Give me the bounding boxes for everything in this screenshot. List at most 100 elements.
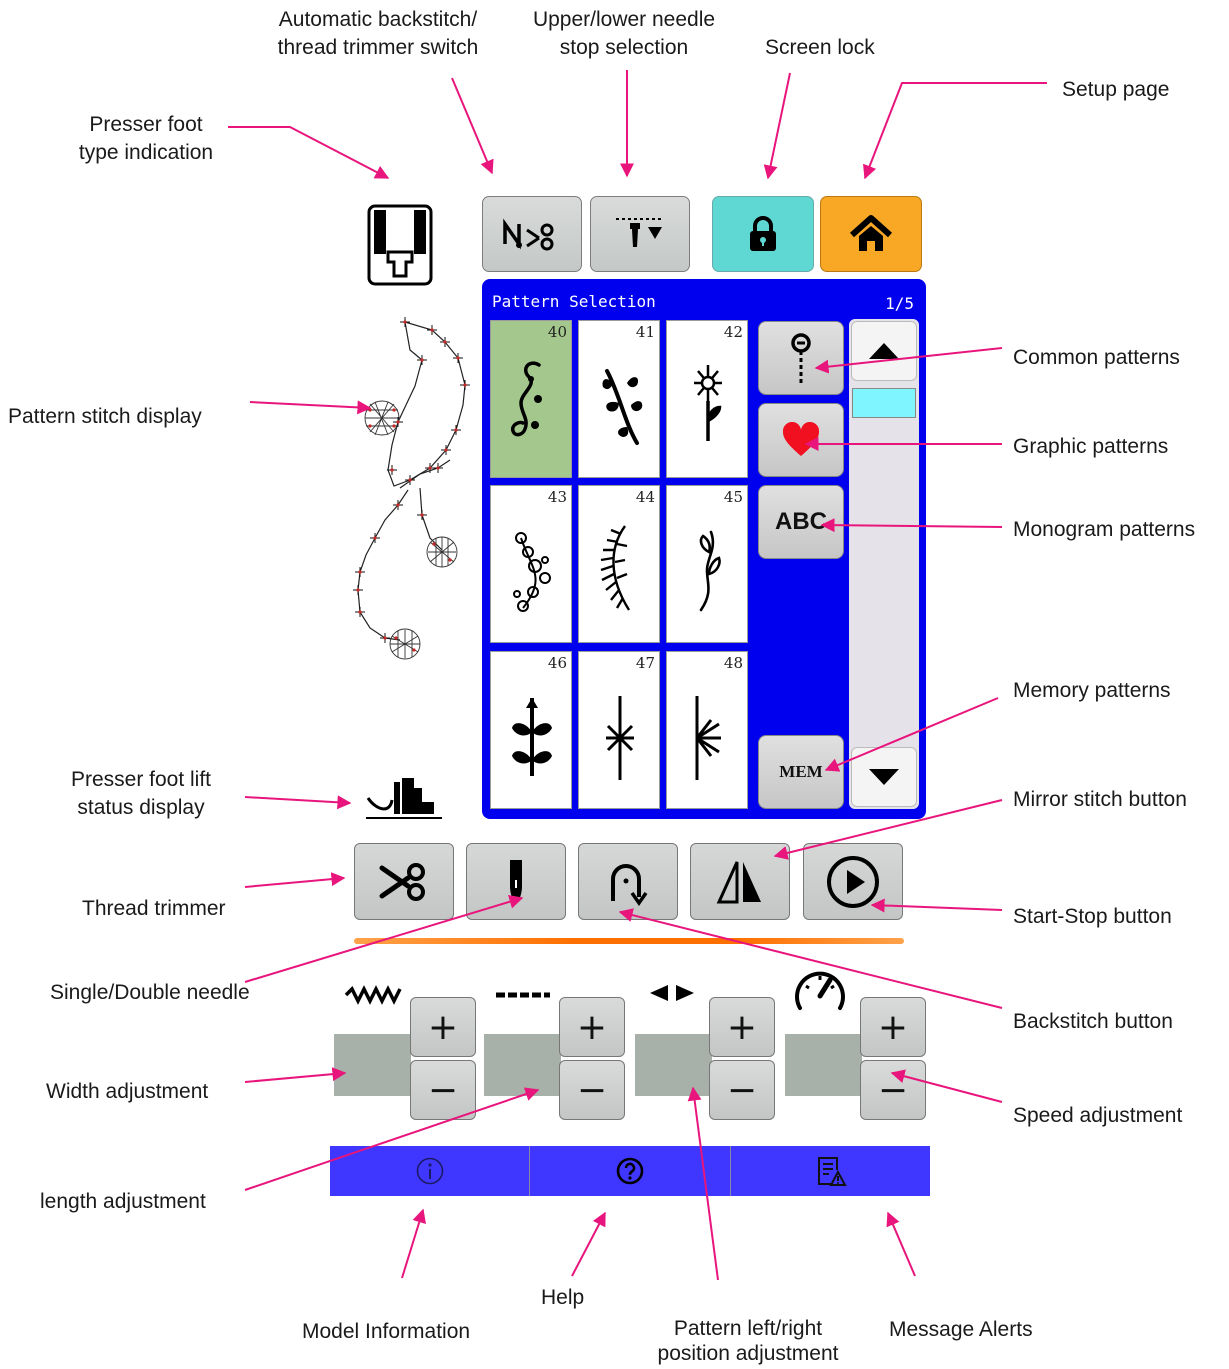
callout-needle-stop: Upper/lower needle stop selection	[532, 8, 716, 59]
left-right-icon	[650, 985, 694, 1001]
position-minus-button[interactable]: −	[709, 1060, 775, 1120]
pattern-cell-43[interactable]: 43	[490, 485, 572, 643]
length-minus-button[interactable]: −	[559, 1060, 625, 1120]
dash-icon	[496, 992, 550, 998]
backstitch-trim-icon	[503, 218, 554, 251]
pattern-45-icon	[699, 530, 721, 612]
play-icon	[827, 855, 879, 908]
speed-minus-button[interactable]: −	[860, 1060, 926, 1120]
length-plus-button[interactable]: +	[559, 997, 625, 1057]
monogram-patterns-button[interactable]: ABC	[758, 485, 844, 559]
pattern-cell-45[interactable]: 45	[666, 485, 748, 643]
position-value-display	[635, 1034, 712, 1096]
scroll-up-button[interactable]	[851, 321, 917, 381]
pin-icon	[791, 333, 811, 383]
width-plus-button[interactable]: +	[410, 997, 476, 1057]
position-plus-button[interactable]: +	[709, 997, 775, 1057]
pattern-number: 43	[547, 488, 567, 506]
callout-setup-page: Setup page	[1062, 78, 1170, 101]
setup-page-button[interactable]	[820, 196, 922, 272]
scroll-thumb[interactable]	[852, 388, 916, 418]
backstitch-icon	[611, 863, 648, 906]
backstitch-trim-button[interactable]	[482, 196, 582, 272]
callout-speed: Speed adjustment	[1013, 1104, 1183, 1127]
pattern-cell-42[interactable]: 42	[666, 320, 748, 478]
pattern-stitch-display	[353, 317, 470, 660]
memory-patterns-button[interactable]: MEM	[758, 735, 844, 809]
message-alerts-button[interactable]	[731, 1146, 930, 1196]
arrow-presser-lift	[244, 795, 352, 810]
width-minus-button[interactable]: −	[410, 1060, 476, 1120]
pattern-cell-48[interactable]: 48	[666, 651, 748, 809]
screen-lock-button[interactable]	[712, 196, 814, 272]
callout-memory: Memory patterns	[1013, 679, 1171, 702]
needle-icon	[510, 859, 522, 904]
model-info-button[interactable]	[330, 1146, 531, 1196]
monogram-label: ABC	[775, 508, 827, 535]
speed-plus-button[interactable]: +	[860, 997, 926, 1057]
callout-help: Help	[541, 1286, 585, 1309]
callout-presser-type: Presser foot type indication	[78, 113, 214, 164]
arrow-message	[886, 1211, 916, 1277]
pattern-cell-47[interactable]: 47	[578, 651, 660, 809]
pattern-cell-46[interactable]: 46	[490, 651, 572, 809]
mirror-stitch-button[interactable]	[690, 843, 790, 920]
length-value-display	[484, 1034, 561, 1096]
arrow-presser-type	[228, 126, 390, 179]
callout-pattern-stitch: Pattern stitch display	[8, 405, 202, 428]
callout-auto-backstitch: Automatic backstitch/ thread trimmer swi…	[277, 8, 479, 59]
pattern-number: 47	[635, 654, 655, 672]
help-icon	[616, 1157, 644, 1185]
needle-stop-icon	[616, 218, 664, 247]
pattern-41-icon	[602, 369, 643, 445]
backstitch-button[interactable]	[578, 843, 678, 920]
pattern-cell-41[interactable]: 41	[578, 320, 660, 478]
callout-screen-lock: Screen lock	[765, 36, 875, 59]
single-double-needle-button[interactable]	[466, 843, 566, 920]
arrow-model-info	[401, 1208, 426, 1279]
callout-position: Pattern left/right position adjustment	[657, 1317, 839, 1365]
callout-single-double: Single/Double needle	[50, 981, 250, 1004]
callout-presser-lift: Presser foot lift status display	[70, 768, 212, 819]
callout-backstitch: Backstitch button	[1013, 1010, 1173, 1033]
arrow-screen-lock	[763, 72, 791, 180]
callout-start-stop: Start-Stop button	[1013, 905, 1172, 928]
orange-divider	[354, 938, 904, 944]
pattern-number: 44	[635, 488, 655, 506]
callout-monogram: Monogram patterns	[1013, 518, 1196, 541]
pattern-44-icon	[600, 525, 631, 611]
graphic-patterns-button[interactable]	[758, 403, 844, 477]
scroll-down-button[interactable]	[851, 747, 917, 807]
presser-foot-icon	[367, 204, 433, 286]
pattern-number: 41	[635, 323, 655, 341]
pattern-number: 40	[547, 323, 567, 341]
speedometer-icon	[795, 971, 845, 1010]
pattern-selection-panel: Pattern Selection 1/5 40 41 42 43 44 45 …	[482, 279, 926, 819]
pattern-number: 46	[547, 654, 567, 672]
pattern-46-icon	[512, 698, 552, 776]
start-stop-button[interactable]	[803, 843, 903, 920]
mirror-icon	[716, 860, 761, 903]
alert-icon	[818, 1157, 847, 1186]
pattern-cell-40[interactable]: 40	[490, 320, 572, 478]
callout-thread-trimmer: Thread trimmer	[82, 897, 226, 920]
common-patterns-button[interactable]	[758, 321, 844, 395]
pattern-scrollbar[interactable]	[849, 319, 919, 809]
callout-graphic: Graphic patterns	[1013, 435, 1169, 458]
pattern-43-icon	[513, 532, 551, 612]
callout-width: Width adjustment	[46, 1080, 209, 1103]
panel-title: Pattern Selection	[492, 292, 656, 311]
callout-common: Common patterns	[1013, 346, 1180, 369]
callout-mirror: Mirror stitch button	[1013, 788, 1187, 811]
info-icon	[416, 1157, 443, 1185]
pattern-cell-44[interactable]: 44	[578, 485, 660, 643]
pattern-number: 48	[723, 654, 743, 672]
thread-trimmer-button[interactable]	[354, 843, 454, 920]
callout-model-info: Model Information	[302, 1320, 471, 1343]
callout-message: Message Alerts	[889, 1318, 1033, 1341]
heart-icon	[782, 422, 820, 456]
needle-stop-button[interactable]	[590, 196, 690, 272]
speed-value-display	[785, 1034, 862, 1096]
help-button[interactable]	[530, 1146, 731, 1196]
arrow-help	[571, 1211, 606, 1277]
